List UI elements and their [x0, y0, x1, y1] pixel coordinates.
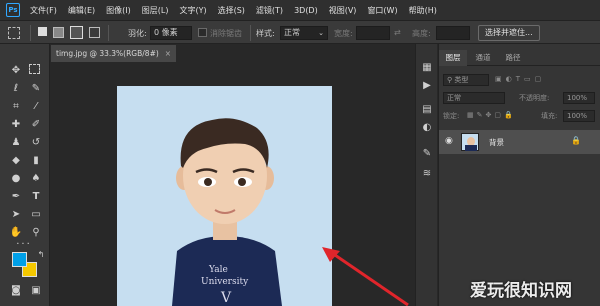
- options-bar: 羽化: 0 像素 消除锯齿 样式: 正常 ⌄ 宽度: ⇄ 高度: 选择并遮住..…: [0, 20, 600, 44]
- foreground-color-swatch[interactable]: [12, 252, 27, 267]
- separator: [250, 25, 251, 41]
- blend-mode-select[interactable]: 正常: [443, 92, 505, 104]
- menu-window[interactable]: 窗口(W): [367, 5, 397, 16]
- tools-panel: ✥ ℓ ✎ ⌗ ⁄ ✚ ✐ ♟ ↺ ◆ ▮ ● ♠ ✒ T ➤ ▭ ✋ ⚲ ··…: [0, 44, 50, 306]
- add-selection-icon[interactable]: [53, 27, 64, 38]
- pen-tool-icon[interactable]: ✒: [9, 190, 23, 204]
- menu-image[interactable]: 图像(I): [106, 5, 131, 16]
- layer-name: 背景: [489, 138, 504, 147]
- lock-row: 锁定: ▦✎✥▢🔒 填充: 100%: [439, 108, 600, 124]
- subtract-selection-icon[interactable]: [70, 26, 83, 39]
- actions-panel-icon[interactable]: ▶: [421, 80, 433, 92]
- separator: [108, 25, 109, 41]
- svg-text:Yale: Yale: [208, 265, 228, 275]
- crop-tool-icon[interactable]: ⌗: [9, 100, 23, 114]
- svg-text:V: V: [220, 290, 232, 306]
- path-select-tool-icon[interactable]: ➤: [9, 208, 23, 222]
- clone-stamp-tool-icon[interactable]: ♟: [9, 136, 23, 150]
- brush-tool-icon[interactable]: ✐: [29, 118, 43, 132]
- style-label: 样式:: [256, 29, 275, 38]
- layer-filter-icons[interactable]: ▣◐T▭▢: [495, 75, 545, 83]
- photoshop-logo[interactable]: Ps: [6, 3, 20, 17]
- menu-view[interactable]: 视图(V): [329, 5, 357, 16]
- properties-panel-icon[interactable]: ▤: [421, 104, 433, 116]
- visibility-eye-icon[interactable]: ◉: [445, 136, 453, 146]
- svg-text:University: University: [201, 277, 249, 287]
- lasso-tool-icon[interactable]: ℓ: [9, 82, 23, 96]
- width-input[interactable]: [356, 26, 390, 40]
- rect-marquee-tool-icon[interactable]: [29, 64, 40, 74]
- layer-filter-row: ⚲ 类型 ▣◐T▭▢: [439, 72, 600, 88]
- brush-panel-icon[interactable]: ✎: [421, 148, 433, 160]
- opacity-input[interactable]: 100%: [563, 92, 595, 104]
- antialias-label: 消除锯齿: [210, 29, 242, 38]
- layer-filter-select[interactable]: ⚲ 类型: [443, 74, 489, 86]
- menu-file[interactable]: 文件(F): [30, 5, 57, 16]
- menu-select[interactable]: 选择(S): [218, 5, 245, 16]
- document-tab-title: timg.jpg @ 33.3%(RGB/8#): [56, 49, 159, 58]
- fill-label: 填充:: [541, 112, 558, 120]
- layer-row-background[interactable]: ◉ 背景 🔒: [439, 130, 600, 154]
- healing-brush-tool-icon[interactable]: ✚: [9, 118, 23, 132]
- feather-label: 羽化:: [128, 29, 147, 38]
- separator: [30, 25, 31, 41]
- width-label: 宽度:: [334, 29, 353, 38]
- history-brush-tool-icon[interactable]: ↺: [29, 136, 43, 150]
- menu-3d[interactable]: 3D(D): [294, 6, 318, 15]
- lock-label: 锁定:: [443, 112, 460, 120]
- layer-filter-value: 类型: [454, 76, 469, 84]
- lock-icon: 🔒: [571, 136, 581, 145]
- canvas-image[interactable]: Yale University V: [117, 86, 332, 306]
- menu-filter[interactable]: 滤镜(T): [256, 5, 283, 16]
- height-label: 高度:: [412, 29, 431, 38]
- swap-icon[interactable]: ⇄: [394, 28, 401, 37]
- antialias-checkbox[interactable]: [198, 28, 207, 37]
- document-tab[interactable]: timg.jpg @ 33.3%(RGB/8#) ×: [51, 45, 176, 62]
- blur-tool-icon[interactable]: ●: [9, 172, 23, 186]
- adjustments-panel-icon[interactable]: ◐: [421, 122, 433, 134]
- chevron-down-icon: ⌄: [318, 29, 324, 37]
- quick-mask-icon[interactable]: ◙: [9, 284, 23, 298]
- dodge-tool-icon[interactable]: ♠: [29, 172, 43, 186]
- eyedropper-tool-icon[interactable]: ⁄: [29, 100, 43, 114]
- layer-thumbnail: [461, 133, 479, 151]
- blend-row: 正常 不透明度: 100%: [439, 90, 600, 106]
- rectangle-tool-icon[interactable]: ▭: [29, 208, 43, 222]
- eraser-tool-icon[interactable]: ◆: [9, 154, 23, 168]
- caricature-illustration: Yale University V: [172, 118, 282, 306]
- style-select[interactable]: 正常 ⌄: [280, 26, 328, 40]
- height-input[interactable]: [436, 26, 470, 40]
- swap-colors-icon[interactable]: ↰: [34, 248, 48, 262]
- menu-edit[interactable]: 编辑(E): [68, 5, 95, 16]
- layers-panel: 图层 通道 路径 ⚲ 类型 ▣◐T▭▢ 正常 不透明度: 100% 锁定: ▦✎…: [438, 44, 600, 306]
- lock-options-icons[interactable]: ▦✎✥▢🔒: [467, 111, 516, 119]
- fill-input[interactable]: 100%: [563, 110, 595, 122]
- quick-select-tool-icon[interactable]: ✎: [29, 82, 43, 96]
- select-and-mask-button[interactable]: 选择并遮住...: [478, 25, 540, 41]
- collapsed-panel-strip: ▦ ▶ ▤ ◐ ✎ ≋: [415, 44, 437, 306]
- new-selection-icon[interactable]: [38, 27, 47, 36]
- marquee-tool-icon[interactable]: [8, 27, 20, 39]
- screen-mode-icon[interactable]: ▣: [29, 284, 43, 298]
- brush-settings-icon[interactable]: ≋: [421, 168, 433, 180]
- history-panel-icon[interactable]: ▦: [421, 62, 433, 74]
- layers-panel-tabs: 图层 通道 路径: [439, 50, 600, 66]
- menu-help[interactable]: 帮助(H): [409, 5, 437, 16]
- tab-paths[interactable]: 路径: [499, 50, 527, 66]
- move-tool-icon[interactable]: ✥: [9, 64, 23, 78]
- opacity-label: 不透明度:: [519, 94, 550, 102]
- intersect-selection-icon[interactable]: [89, 27, 100, 38]
- type-tool-icon[interactable]: T: [29, 190, 43, 204]
- watermark: 爱玩很知识网: [470, 281, 572, 301]
- annotation-arrow: [322, 247, 409, 306]
- menu-layer[interactable]: 图层(L): [142, 5, 169, 16]
- style-value: 正常: [284, 28, 300, 37]
- tab-layers[interactable]: 图层: [439, 50, 467, 66]
- tab-channels[interactable]: 通道: [469, 50, 497, 66]
- close-icon[interactable]: ×: [165, 45, 171, 62]
- gradient-tool-icon[interactable]: ▮: [29, 154, 43, 168]
- feather-input[interactable]: 0 像素: [150, 26, 192, 40]
- menu-type[interactable]: 文字(Y): [179, 5, 206, 16]
- menu-bar: Ps 文件(F) 编辑(E) 图像(I) 图层(L) 文字(Y) 选择(S) 滤…: [0, 0, 600, 20]
